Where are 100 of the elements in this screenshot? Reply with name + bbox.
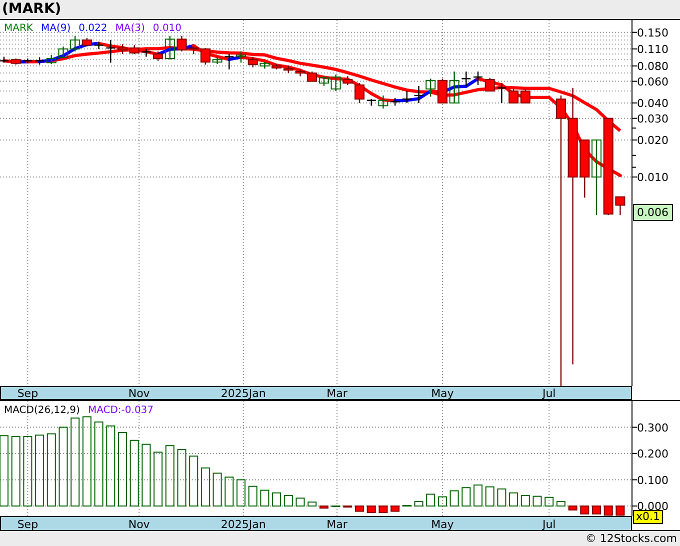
histogram-bar (296, 498, 305, 507)
histogram-bar (0, 435, 8, 507)
legend-label: MA(3) (115, 23, 145, 34)
candle (0, 56, 8, 63)
axis-label: 0.200 (637, 448, 668, 460)
histogram-bar (200, 467, 210, 507)
axis-label: May (431, 518, 454, 531)
axis-label: 0.300 (637, 421, 668, 434)
histogram-bar (224, 476, 234, 507)
candle (615, 196, 626, 216)
histogram-bar (462, 487, 471, 507)
candle (142, 48, 151, 57)
candle (58, 46, 68, 58)
legend-label: MA(9) (40, 23, 71, 34)
histogram-bar (248, 486, 258, 507)
candle (35, 57, 44, 65)
axis-label: 0.020 (637, 134, 668, 147)
axis-label: 0.150 (637, 26, 668, 40)
candle (354, 83, 364, 103)
histogram-bar (319, 506, 328, 509)
histogram-bar (426, 494, 436, 507)
histogram-bar (438, 496, 447, 507)
candle (212, 56, 222, 64)
histogram-bar (378, 506, 388, 514)
histogram-bar (520, 495, 530, 507)
histogram-bar (366, 506, 376, 514)
axis-label: Mar (326, 518, 348, 531)
histogram-bar (414, 501, 424, 507)
candle (402, 91, 412, 103)
histogram-bar (308, 502, 317, 507)
candle (224, 54, 234, 70)
histogram-bar (556, 501, 566, 507)
candle (390, 98, 400, 106)
candle (484, 78, 495, 92)
axis-label: Mar (326, 387, 348, 400)
candle (106, 40, 116, 63)
candle (366, 99, 376, 106)
histogram-bar (343, 506, 352, 508)
axis-label: 0.110 (637, 42, 668, 56)
candle (46, 55, 56, 64)
histogram-bar (604, 506, 613, 516)
axis-label: 0.060 (637, 75, 668, 88)
axis-label: Nov (128, 518, 150, 531)
histogram-bar (260, 490, 270, 507)
axis-label: Sep (17, 387, 38, 400)
candle (462, 72, 471, 86)
axis-label: Jul (542, 387, 556, 400)
legend-label: 0.022 (78, 23, 108, 34)
axis-label: 2025Jan (220, 387, 266, 400)
axis-label: May (431, 387, 454, 400)
candle (437, 78, 448, 104)
histogram-bar (497, 488, 506, 507)
candle (318, 76, 329, 86)
chart-title: (MARK) (1, 1, 62, 17)
histogram-bar (616, 506, 625, 516)
candle (580, 139, 590, 198)
histogram-bar (154, 452, 163, 507)
histogram-bar (212, 472, 222, 507)
legend-label: MACD:-0.037 (88, 405, 154, 416)
candle (176, 36, 187, 52)
histogram-bar (355, 506, 364, 512)
candle (520, 88, 530, 104)
candle (118, 44, 128, 54)
histogram-bar (142, 444, 151, 507)
candle (10, 58, 21, 65)
histogram-bar (23, 436, 32, 507)
histogram-bar (284, 495, 293, 507)
histogram-bar (532, 496, 542, 507)
legend-label: MACD(26,12,9) (4, 405, 80, 416)
candle (342, 76, 353, 85)
candle (508, 88, 519, 104)
histogram-bar (450, 490, 459, 507)
histogram-bar (509, 492, 518, 507)
histogram-bar (11, 436, 20, 507)
candle (414, 86, 424, 103)
candle (330, 74, 341, 92)
copyright-text: © 12Stocks.com (585, 531, 678, 546)
candle (236, 51, 246, 63)
histogram-bar (474, 484, 482, 507)
candle (497, 83, 506, 103)
legend-label: 0.010 (152, 23, 182, 34)
histogram-bar (580, 506, 590, 514)
axis-label: 0.080 (637, 60, 668, 73)
histogram-bar (189, 456, 198, 507)
price-tag: 0.006 (633, 204, 672, 221)
histogram-bar (592, 506, 601, 514)
candle (23, 58, 32, 64)
candle (449, 72, 460, 104)
histogram-bar (485, 486, 494, 507)
candle (378, 96, 388, 109)
histogram-bar (272, 492, 282, 507)
candle (129, 45, 140, 54)
histogram-bar (390, 506, 400, 512)
histogram-bar (130, 440, 139, 507)
candle (94, 42, 104, 49)
histogram-bar (568, 506, 578, 510)
histogram-bar (236, 479, 246, 507)
candle (295, 69, 306, 76)
candle (426, 78, 436, 97)
candle (474, 72, 482, 85)
